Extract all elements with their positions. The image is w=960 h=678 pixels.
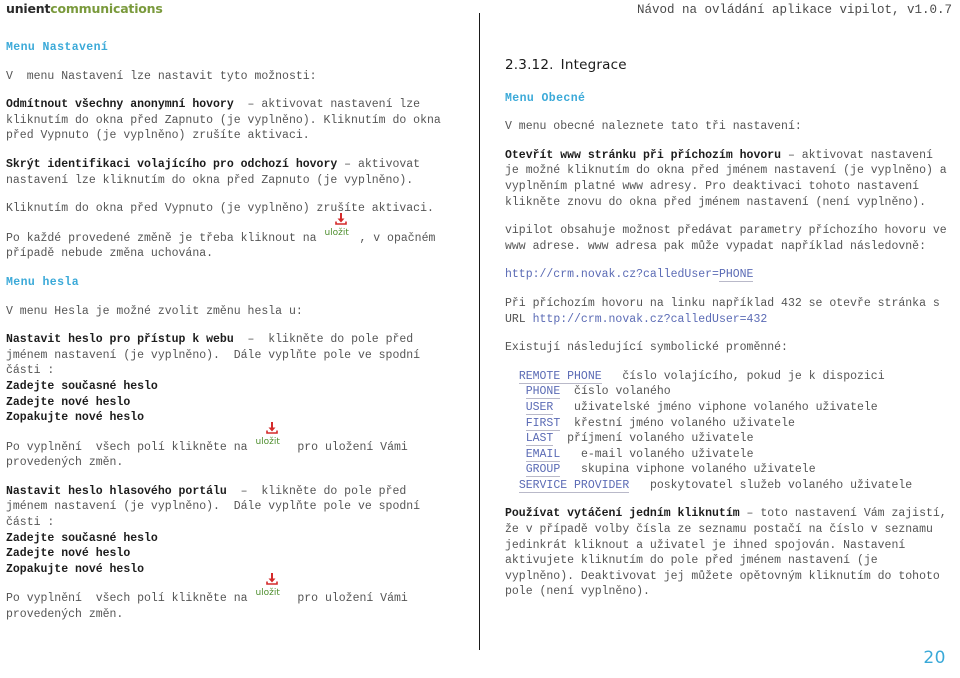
list-item: USER uživatelské jméno viphone volaného …	[505, 400, 955, 416]
variable-description-text	[560, 385, 574, 398]
paragraph-url-example-explained: Při příchozím hovoru na linku například …	[505, 296, 955, 327]
variable-name: LAST	[525, 432, 554, 447]
label-web-password: Nastavit heslo pro přístup k webu	[6, 333, 234, 347]
variable-description-text: křestní jméno volaného uživatele	[574, 416, 795, 430]
variable-name: EMAIL	[525, 447, 561, 462]
variable-name: USER	[525, 400, 554, 415]
variable-description-text: poskytovatel služeb volaného uživatele	[649, 478, 913, 492]
paragraph-one-click-dialing: Používat vytáčení jedním kliknutím – tot…	[505, 506, 955, 600]
label-open-www-page: Otevřít www stránku při příchozím hovoru	[505, 148, 782, 162]
example-url-link[interactable]: http://crm.novak.cz?calledUser=432	[533, 313, 768, 326]
save-button[interactable]: uložit	[324, 212, 358, 241]
paragraph-anonymous-calls: Odmítnout všechny anonymní hovory – akti…	[6, 97, 468, 144]
paragraph-settings-intro: V menu Nastavení lze nastavit tyto možno…	[6, 69, 317, 83]
column-divider	[479, 13, 480, 650]
label-anonymous-calls: Odmítnout všechny anonymní hovory	[6, 98, 234, 112]
save-button-label: uložit	[255, 436, 280, 447]
variable-name: REMOTE PHONE	[518, 369, 602, 384]
list-item: GROUP skupina viphone volaného uživatele	[505, 462, 955, 478]
page-header: unientcommunications Návod na ovládání a…	[0, 0, 960, 22]
list-item: SERVICE PROVIDER poskytovatel služeb vol…	[505, 478, 955, 494]
variable-name: SERVICE PROVIDER	[518, 478, 630, 493]
paragraph-web-password: Nastavit heslo pro přístup k webu – klik…	[6, 332, 468, 379]
variable-name: GROUP	[525, 463, 561, 478]
variable-name: FIRST	[525, 416, 561, 431]
field-label-repeat-password: Zopakujte nové heslo	[6, 562, 145, 576]
url-example-variable: PHONE	[718, 268, 754, 283]
save-button[interactable]: uložit	[255, 421, 289, 450]
left-column: Menu Nastavení V menu Nastavení lze nast…	[6, 40, 468, 636]
field-label-current-password: Zadejte současné heslo	[6, 379, 158, 393]
field-label-repeat-password: Zopakujte nové heslo	[6, 411, 145, 425]
heading-menu-hesla: Menu hesla	[6, 275, 80, 289]
paragraph-save-note-3: Po vyplnění všech polí klikněte na uloži…	[6, 573, 468, 622]
logo-text-primary: unient	[6, 1, 51, 16]
web-password-fields: Zadejte současné heslo Zadejte nové hesl…	[6, 379, 468, 426]
list-item: EMAIL e-mail volaného uživatele	[505, 447, 955, 463]
section-title: Integrace	[560, 57, 627, 73]
field-label-new-password: Zadejte nové heslo	[6, 547, 131, 561]
variable-name: PHONE	[525, 385, 561, 400]
list-item: REMOTE PHONE číslo volajícího, pokud je …	[505, 369, 955, 385]
list-item: FIRST křestní jméno volaného uživatele	[505, 416, 955, 432]
label-one-click-dialing: Používat vytáčení jedním kliknutím	[505, 507, 740, 521]
variable-description-text: e-mail volaného uživatele	[580, 447, 754, 461]
paragraph-voice-portal-password: Nastavit heslo hlasového portálu – klikn…	[6, 484, 468, 531]
download-icon	[265, 421, 279, 435]
paragraph-open-www-page: Otevřít www stránku při příchozím hovoru…	[505, 148, 955, 210]
variable-description-text: příjmení volaného uživatele	[567, 432, 754, 446]
field-label-current-password: Zadejte současné heslo	[6, 531, 158, 545]
brand-logo: unientcommunications	[6, 1, 163, 16]
heading-menu-nastaveni: Menu Nastavení	[6, 41, 109, 54]
text-save-note-1-pre: Po každé provedené změně je třeba klikno…	[6, 231, 324, 245]
variable-description-text: uživatelské jméno viphone volaného uživa…	[574, 400, 878, 414]
section-number: 2.3.12.	[505, 57, 554, 73]
variable-description-text: číslo volajícího, pokud je k dispozici	[622, 369, 885, 383]
document-title: Návod na ovládání aplikace vipilot, v1.0…	[636, 3, 952, 17]
text-one-click-dialing-body: – toto nastavení Vám zajistí, že v přípa…	[505, 507, 947, 599]
download-icon	[334, 212, 348, 226]
voice-portal-password-fields: Zadejte současné heslo Zadejte nové hesl…	[6, 531, 468, 578]
section-heading-integrace: 2.3.12. Integrace	[505, 57, 955, 74]
url-example-prefix: http://crm.novak.cz?calledUser=	[505, 268, 719, 282]
label-hide-caller-id: Skrýt identifikaci volajícího pro odchoz…	[6, 157, 338, 171]
save-button-label: uložit	[324, 227, 349, 238]
paragraph-deactivate-note: Kliknutím do okna před Vypnuto (je vypln…	[6, 202, 434, 216]
paragraph-url-parameters: vipilot obsahuje možnost předávat parame…	[505, 224, 947, 253]
field-label-new-password: Zadejte nové heslo	[6, 395, 131, 409]
variable-description	[602, 370, 623, 383]
text-save-note-2-pre: Po vyplnění všech polí klikněte na	[6, 440, 255, 454]
url-example: http://crm.novak.cz?calledUser=PHONE	[505, 267, 955, 283]
download-icon	[265, 572, 279, 586]
page-number: 20	[923, 648, 946, 668]
list-item: PHONE číslo volaného	[505, 384, 955, 400]
paragraph-save-note-2: Po vyplnění všech polí klikněte na uloži…	[6, 421, 468, 471]
variable-description-text: číslo volaného	[574, 385, 671, 399]
text-save-note-3-pre: Po vyplnění všech polí klikněte na	[6, 592, 255, 606]
logo-text-secondary: communications	[50, 1, 163, 16]
list-item: LAST příjmení volaného uživatele	[505, 431, 955, 447]
paragraph-general-intro: V menu obecné naleznete tato tři nastave…	[505, 120, 802, 134]
symbolic-variables-list: REMOTE PHONE číslo volajícího, pokud je …	[505, 369, 955, 494]
paragraph-save-note-1: Po každé provedené změně je třeba klikno…	[6, 212, 468, 262]
heading-menu-obecne: Menu Obecné	[505, 91, 586, 105]
right-column: 2.3.12. Integrace Menu Obecné V menu obec…	[505, 57, 955, 613]
paragraph-variables-intro: Existují následující symbolické proměnné…	[505, 341, 788, 355]
paragraph-hide-caller-id: Skrýt identifikaci volajícího pro odchoz…	[6, 157, 468, 188]
label-voice-portal-password: Nastavit heslo hlasového portálu	[6, 484, 227, 498]
variable-description-text: skupina viphone volaného uživatele	[580, 463, 816, 477]
save-button-label: uložit	[255, 588, 280, 599]
save-button[interactable]: uložit	[255, 573, 289, 601]
paragraph-password-intro: V menu Hesla je možné zvolit změnu hesla…	[6, 304, 303, 318]
